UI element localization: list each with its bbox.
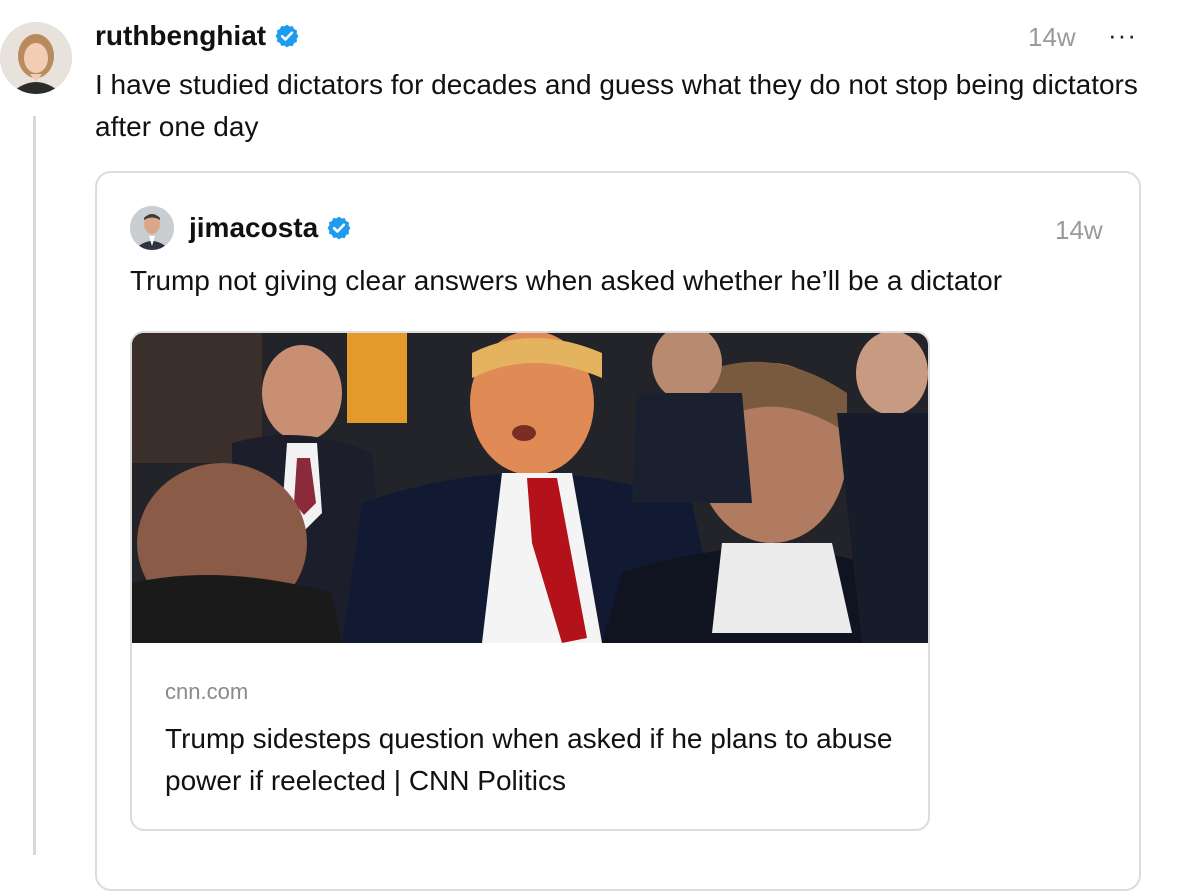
quoted-author[interactable]: jimacosta <box>189 211 352 245</box>
link-preview-image <box>132 333 928 643</box>
username[interactable]: ruthbenghiat <box>95 19 266 53</box>
post-timestamp: 14w <box>1028 22 1076 52</box>
thread-line <box>33 116 36 855</box>
quoted-text: Trump not giving clear answers when aske… <box>130 265 1003 296</box>
quoted-post[interactable]: jimacosta 14w Trump not giving clear ans… <box>95 171 1141 891</box>
profile-photo <box>0 22 72 94</box>
quoted-timestamp: 14w <box>1055 215 1103 245</box>
username[interactable]: jimacosta <box>189 211 318 245</box>
more-options-icon[interactable]: ··· <box>1108 20 1137 50</box>
link-preview-card[interactable]: cnn.com Trump sidesteps question when as… <box>130 331 930 831</box>
link-headline[interactable]: Trump sidesteps question when asked if h… <box>165 718 905 802</box>
profile-photo <box>130 206 174 250</box>
quoted-avatar[interactable] <box>130 206 174 250</box>
link-domain: cnn.com <box>165 679 249 704</box>
verified-badge-icon <box>275 24 299 48</box>
post-author[interactable]: ruthbenghiat <box>95 19 300 53</box>
post-text: I have studied dictators for decades and… <box>95 69 1138 142</box>
avatar[interactable] <box>0 22 72 94</box>
verified-badge-icon <box>327 216 351 240</box>
